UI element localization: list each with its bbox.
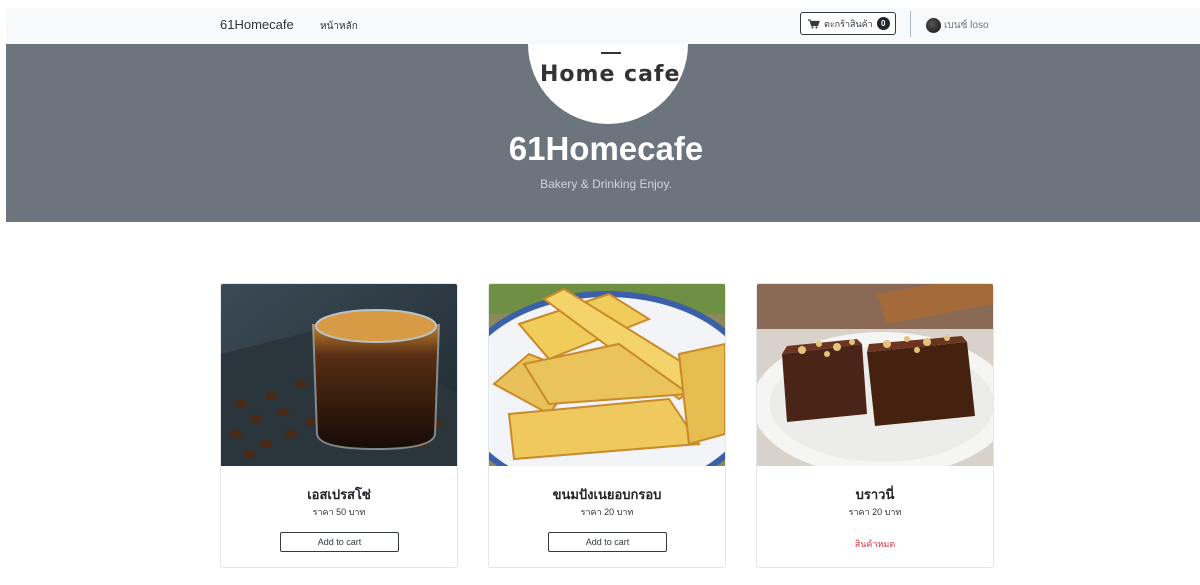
- nav-home-link[interactable]: หน้าหลัก: [320, 19, 358, 34]
- product-price: ราคา 50 บาท: [312, 507, 366, 517]
- logo: Home cafe: [528, 44, 688, 124]
- user-menu[interactable]: เบนซ์ loso: [926, 18, 989, 33]
- product-card-espresso: เอสเปรสโซ่ ราคา 50 บาท Add to cart: [220, 283, 458, 568]
- logo-text: Home cafe: [540, 62, 681, 87]
- brand-link[interactable]: 61Homecafe: [220, 17, 294, 32]
- user-name: เบนซ์ loso: [944, 20, 989, 31]
- product-card-brownie: บราวนี่ ราคา 20 บาท สินค้าหมด: [756, 283, 994, 568]
- brownie-image: [757, 284, 993, 466]
- butter-toast-image: [489, 284, 725, 466]
- product-name: เอสเปรสโซ่: [307, 487, 371, 502]
- cart-icon: [808, 18, 820, 28]
- nav-divider: [910, 11, 911, 37]
- add-to-cart-button[interactable]: Add to cart: [280, 532, 399, 552]
- product-card-butter-toast: ขนมปังเนยอบกรอบ ราคา 20 บาท Add to cart: [488, 283, 726, 568]
- avatar: [926, 18, 941, 33]
- logo-dash: [601, 52, 621, 54]
- espresso-image: [221, 284, 457, 466]
- sold-out-label: สินค้าหมด: [854, 539, 896, 549]
- product-price: ราคา 20 บาท: [580, 507, 634, 517]
- cart-button[interactable]: ตะกร้าสินค้า 0: [800, 12, 896, 35]
- cart-label: ตะกร้าสินค้า: [824, 18, 873, 29]
- product-name: ขนมปังเนยอบกรอบ: [552, 487, 662, 502]
- hero-banner: Home cafe 61Homecafe Bakery & Drinking E…: [6, 44, 1200, 222]
- hero-title: 61Homecafe: [508, 130, 704, 167]
- hero-subtitle: Bakery & Drinking Enjoy.: [540, 177, 672, 191]
- cart-count-badge: 0: [876, 17, 890, 30]
- navbar: 61Homecafe หน้าหลัก ตะกร้าสินค้า 0 เบนซ์…: [6, 8, 1200, 44]
- add-to-cart-button[interactable]: Add to cart: [548, 532, 667, 552]
- product-price: ราคา 20 บาท: [848, 507, 902, 517]
- product-name: บราวนี่: [855, 487, 895, 502]
